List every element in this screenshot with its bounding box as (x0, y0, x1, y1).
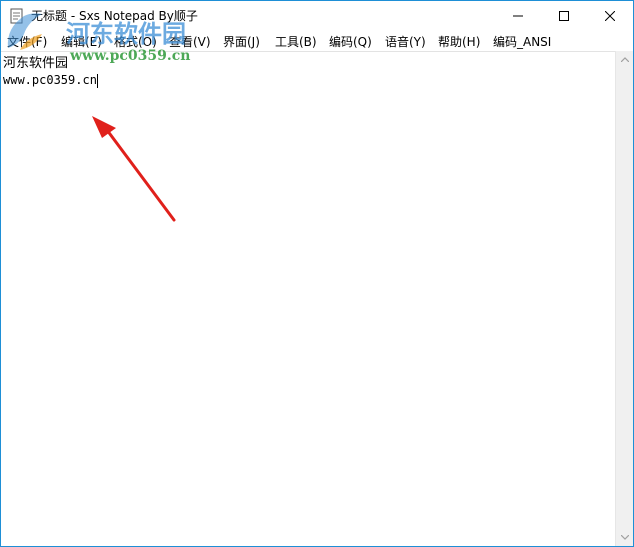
window-title: 无标题 - Sxs Notepad By顺子 (31, 9, 198, 23)
text-editor[interactable]: 河东软件园 www.pc0359.cn (1, 51, 615, 546)
app-icon (10, 8, 23, 24)
editor-line: www.pc0359.cn (3, 72, 98, 88)
minimize-icon (513, 15, 523, 17)
menu-encoding[interactable]: 编码(Q) (329, 33, 372, 50)
close-icon (605, 11, 615, 21)
menu-file[interactable]: 文件(F) (7, 33, 47, 50)
close-button[interactable] (587, 1, 633, 31)
menu-speech[interactable]: 语音(Y) (385, 33, 426, 50)
scroll-up-button[interactable] (616, 51, 633, 68)
menu-bar: 文件(F) 编辑(E) 格式(O) 查看(V) 界面(J) 工具(B) 编码(Q… (1, 31, 633, 51)
minimize-button[interactable] (495, 1, 541, 31)
menu-help[interactable]: 帮助(H) (438, 33, 480, 50)
scroll-down-button[interactable] (616, 529, 633, 546)
menu-format[interactable]: 格式(O) (114, 33, 157, 50)
menu-view[interactable]: 查看(V) (169, 33, 211, 50)
notepad-window: 无标题 - Sxs Notepad By顺子 文件(F) 编辑(E) 格式(O)… (0, 0, 634, 547)
menu-interface[interactable]: 界面(J) (223, 33, 260, 50)
maximize-icon (559, 11, 569, 21)
chevron-up-icon (621, 57, 629, 62)
editor-line: 河东软件园 (3, 56, 69, 71)
menu-encoding-ansi[interactable]: 编码_ANSI (493, 33, 551, 50)
maximize-button[interactable] (541, 1, 587, 31)
title-bar[interactable]: 无标题 - Sxs Notepad By顺子 (1, 1, 633, 31)
text-caret (96, 73, 98, 88)
menu-edit[interactable]: 编辑(E) (61, 33, 102, 50)
chevron-down-icon (621, 535, 629, 540)
editor-line-text: www.pc0359.cn (3, 73, 97, 87)
vertical-scrollbar[interactable] (615, 51, 633, 546)
menu-tools[interactable]: 工具(B) (275, 33, 317, 50)
